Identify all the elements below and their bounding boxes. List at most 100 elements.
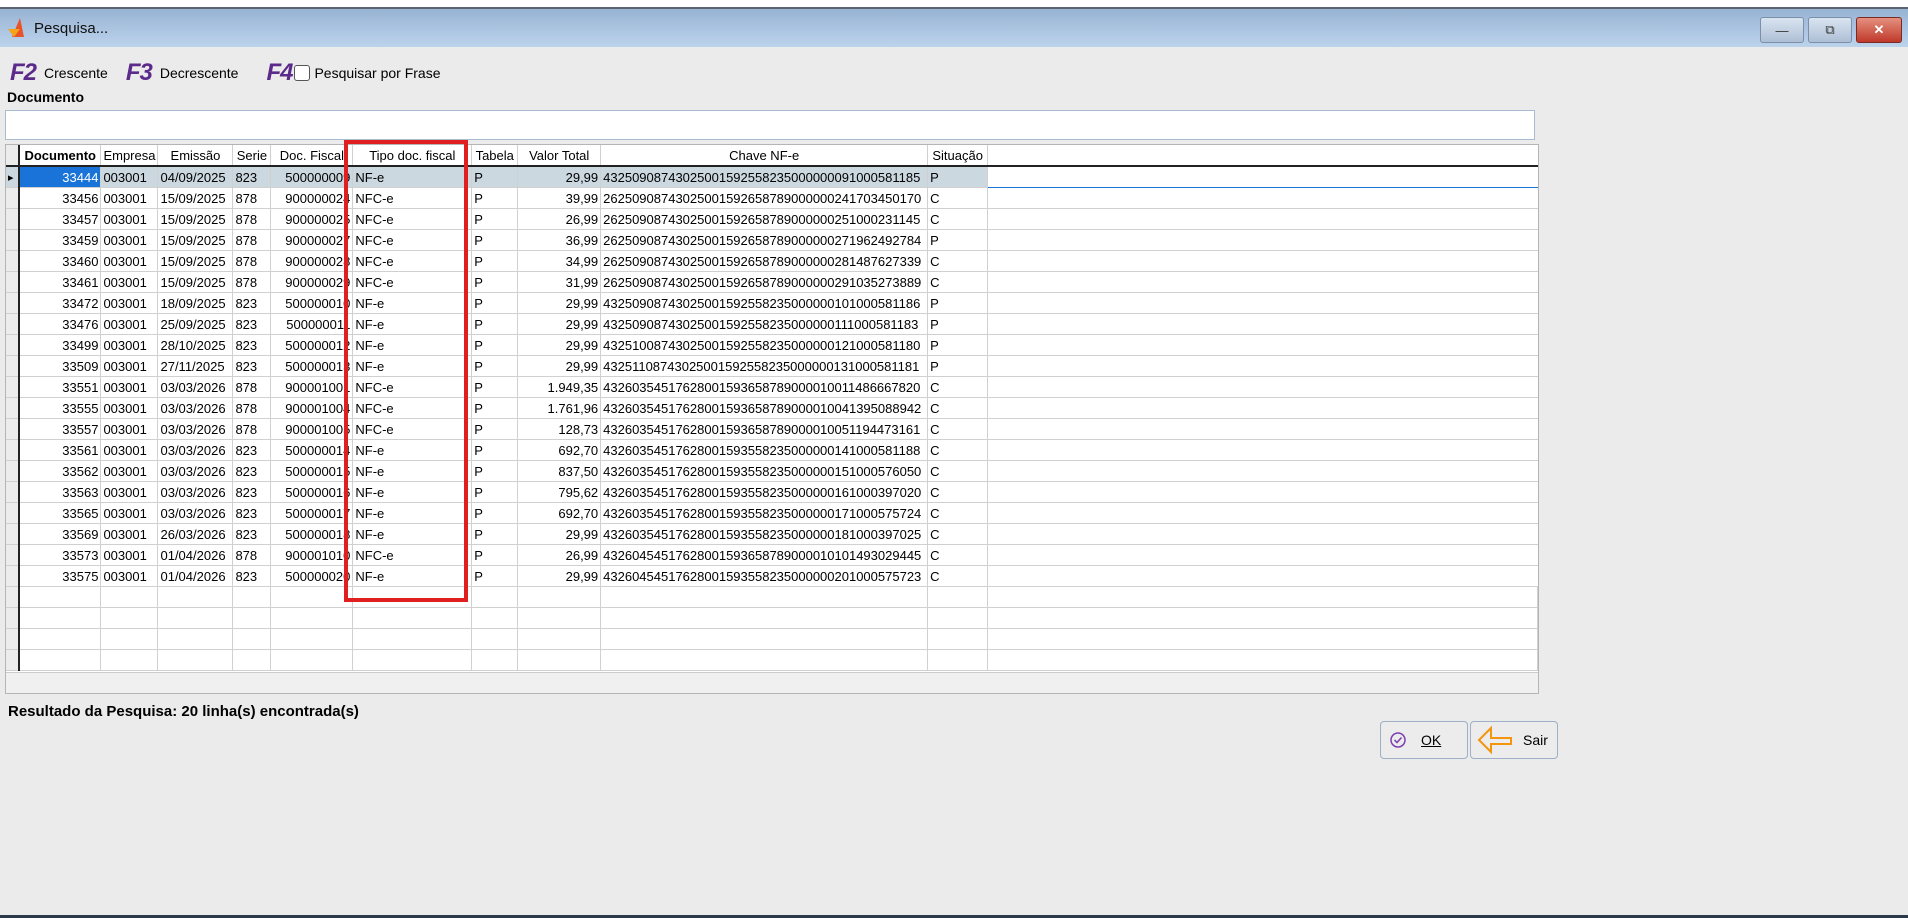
row-filler: [987, 481, 1538, 503]
cell-doc-fiscal: 900000027: [270, 229, 354, 251]
cell-valor-total: 29,99: [517, 334, 602, 356]
cell-documento: 33575: [18, 565, 102, 587]
row-filler: [987, 439, 1538, 461]
row-indicator[interactable]: [6, 376, 20, 398]
cell-tabela: P: [471, 502, 519, 524]
f3-key-icon[interactable]: F3: [126, 59, 153, 87]
document-search-input[interactable]: [5, 110, 1535, 140]
phrase-search-checkbox[interactable]: [294, 65, 311, 81]
row-indicator[interactable]: [6, 250, 20, 272]
row-indicator[interactable]: [6, 187, 20, 209]
table-row[interactable]: ▸ 33444 003001 04/09/2025 823 500000009 NF-e P 2…: [6, 166, 1538, 188]
cell-valor-total: 29,99: [517, 166, 602, 188]
cell-tabela: P: [471, 544, 519, 566]
column-header[interactable]: Doc. Fiscal: [270, 145, 354, 167]
cell-chave-nf-e: 4326045451762800159365878900001010149302…: [600, 544, 929, 566]
cell-situa-o: C: [927, 439, 989, 461]
row-indicator[interactable]: [6, 355, 20, 377]
row-indicator[interactable]: [6, 439, 20, 461]
cell-doc-fiscal: 900001001: [270, 376, 354, 398]
table-row[interactable]: 33565 003001 03/03/2026 823 500000017 NF-e P 69…: [6, 502, 1538, 524]
cell-valor-total: 692,70: [517, 439, 602, 461]
column-header[interactable]: Tabela: [471, 145, 519, 167]
table-row[interactable]: 33472 003001 18/09/2025 823 500000010 NF-e P 29…: [6, 292, 1538, 314]
cell-emiss-o: 03/03/2026: [157, 397, 234, 419]
row-indicator[interactable]: [6, 334, 20, 356]
table-row[interactable]: 33456 003001 15/09/2025 878 900000024 NFC-e P 3…: [6, 187, 1538, 209]
column-header[interactable]: Valor Total: [517, 145, 602, 167]
column-header[interactable]: Serie: [232, 145, 272, 167]
row-indicator[interactable]: [6, 502, 20, 524]
cell-chave-nf-e: 4326035451762800159365878900001001148666…: [600, 376, 929, 398]
table-row[interactable]: 33551 003001 03/03/2026 878 900001001 NFC-e P 1…: [6, 376, 1538, 398]
cell-situa-o: C: [927, 376, 989, 398]
row-indicator[interactable]: [6, 271, 20, 293]
table-row[interactable]: 33509 003001 27/11/2025 823 500000013 NF-e P 29…: [6, 355, 1538, 377]
table-row[interactable]: 33557 003001 03/03/2026 878 900001005 NFC-e P 1…: [6, 418, 1538, 440]
cell-doc-fiscal: 900000025: [270, 208, 354, 230]
row-indicator[interactable]: [6, 397, 20, 419]
table-row[interactable]: 33461 003001 15/09/2025 878 900000029 NFC-e P 3…: [6, 271, 1538, 293]
cell-valor-total: 795,62: [517, 481, 602, 503]
horizontal-scrollbar[interactable]: [6, 672, 1538, 693]
cell-serie: 823: [232, 565, 272, 587]
row-indicator[interactable]: [6, 292, 20, 314]
row-indicator[interactable]: [6, 481, 20, 503]
table-row[interactable]: 33562 003001 03/03/2026 823 500000015 NF-e P 83…: [6, 460, 1538, 482]
table-row[interactable]: 33457 003001 15/09/2025 878 900000025 NFC-e P 2…: [6, 208, 1538, 230]
current-row-indicator-icon[interactable]: ▸: [6, 166, 20, 188]
f2-key-icon[interactable]: F2: [10, 59, 37, 87]
f4-key-icon[interactable]: F4: [266, 59, 293, 87]
cell-tabela: P: [471, 565, 519, 587]
cell-empresa: 003001: [100, 544, 159, 566]
cell-valor-total: 34,99: [517, 250, 602, 272]
row-indicator[interactable]: [6, 523, 20, 545]
table-row[interactable]: 33459 003001 15/09/2025 878 900000027 NFC-e P 3…: [6, 229, 1538, 251]
cell-tabela: P: [471, 334, 519, 356]
close-button[interactable]: ✕: [1856, 17, 1902, 43]
sort-ascending-label[interactable]: Crescente: [44, 65, 108, 81]
cell-valor-total: 692,70: [517, 502, 602, 524]
table-row[interactable]: 33555 003001 03/03/2026 878 900001004 NFC-e P 1…: [6, 397, 1538, 419]
row-filler: [987, 187, 1538, 209]
table-row[interactable]: 33563 003001 03/03/2026 823 500000016 NF-e P 79…: [6, 481, 1538, 503]
row-indicator[interactable]: [6, 418, 20, 440]
cell-serie: 823: [232, 481, 272, 503]
table-row[interactable]: 33561 003001 03/03/2026 823 500000014 NF-e P 69…: [6, 439, 1538, 461]
column-header[interactable]: Emissão: [157, 145, 234, 167]
exit-button[interactable]: Sair: [1470, 721, 1558, 759]
row-filler: [987, 166, 1538, 188]
column-header[interactable]: Chave NF-e: [600, 145, 929, 167]
row-indicator[interactable]: [6, 313, 20, 335]
column-header[interactable]: Situação: [927, 145, 989, 167]
cell-valor-total: 29,99: [517, 355, 602, 377]
table-row[interactable]: 33575 003001 01/04/2026 823 500000020 NF-e P 29…: [6, 565, 1538, 587]
cell-situa-o: P: [927, 313, 989, 335]
column-header[interactable]: Documento: [18, 145, 102, 167]
table-row[interactable]: 33476 003001 25/09/2025 823 500000011 NF-e P 29…: [6, 313, 1538, 335]
cell-serie: 878: [232, 208, 272, 230]
table-row[interactable]: 33573 003001 01/04/2026 878 900001010 NFC-e P 2…: [6, 544, 1538, 566]
cell-empresa: 003001: [100, 334, 159, 356]
restore-button[interactable]: ⧉: [1808, 17, 1852, 43]
cell-chave-nf-e: 2625090874302500159265878900000028148762…: [600, 250, 929, 272]
column-header[interactable]: Empresa: [100, 145, 159, 167]
table-row[interactable]: 33460 003001 15/09/2025 878 900000028 NFC-e P 3…: [6, 250, 1538, 272]
row-indicator[interactable]: [6, 544, 20, 566]
cell-documento: 33444: [18, 166, 102, 188]
cell-emiss-o: 01/04/2026: [157, 544, 234, 566]
cell-serie: 878: [232, 376, 272, 398]
table-row[interactable]: 33569 003001 26/03/2026 823 500000018 NF-e P 29…: [6, 523, 1538, 545]
row-indicator[interactable]: [6, 208, 20, 230]
row-filler: [987, 229, 1538, 251]
cell-valor-total: 1.949,35: [517, 376, 602, 398]
row-indicator[interactable]: [6, 229, 20, 251]
row-indicator[interactable]: [6, 565, 20, 587]
table-row[interactable]: 33499 003001 28/10/2025 823 500000012 NF-e P 29…: [6, 334, 1538, 356]
ok-button[interactable]: OK: [1380, 721, 1468, 759]
sort-descending-label[interactable]: Decrescente: [160, 65, 239, 81]
cell-serie: 823: [232, 439, 272, 461]
minimize-button[interactable]: —: [1760, 17, 1804, 43]
phrase-search-label[interactable]: Pesquisar por Frase: [314, 65, 440, 81]
row-indicator[interactable]: [6, 460, 20, 482]
